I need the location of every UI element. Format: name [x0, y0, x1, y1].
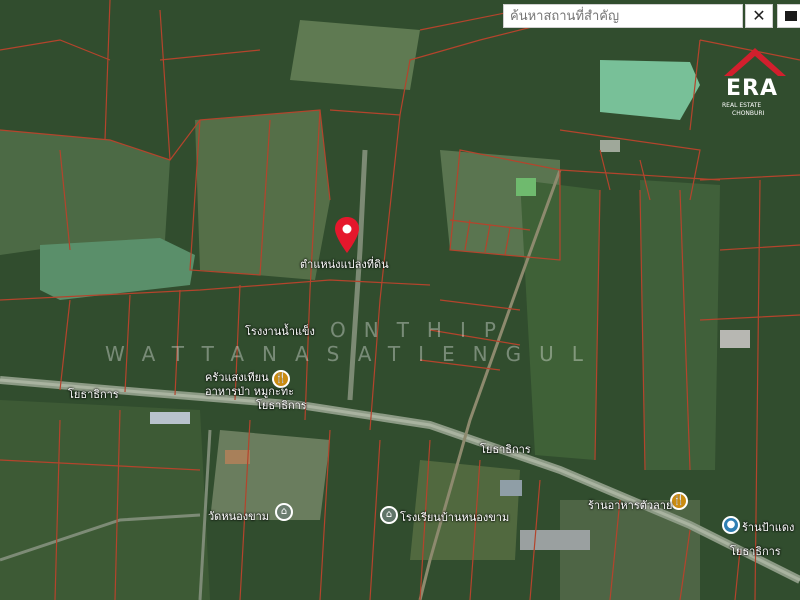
- poi-label: โรงเรียนบ้านหนองขาม: [400, 511, 510, 524]
- search-input[interactable]: [503, 4, 743, 28]
- layers-icon: [785, 11, 797, 21]
- logo-region: CHONBURI: [732, 110, 765, 117]
- watermark-line1: ONTHIP: [330, 318, 514, 342]
- marker-label: ตำแหน่งแปลงที่ดิน: [300, 258, 389, 271]
- clear-search-button[interactable]: ✕: [745, 4, 773, 28]
- location-pin-icon[interactable]: [335, 217, 359, 253]
- logo-subtitle: REAL ESTATE: [722, 102, 762, 109]
- road-label: โยธาธิการ: [730, 545, 781, 558]
- road-label: โยธาธิการ: [68, 388, 119, 401]
- watermark-line2: WATTANASATIENGUL: [105, 342, 601, 366]
- poi-label: อาหารป่า หมูกะทะ: [205, 385, 295, 398]
- poi-label: ร้านป้าแดง: [742, 521, 795, 534]
- shop-icon[interactable]: ●: [722, 516, 740, 534]
- layers-button[interactable]: [777, 4, 800, 28]
- road-label: โยธาธิการ: [480, 443, 531, 456]
- poi-label: วัดหนองขาม: [208, 510, 270, 523]
- logo-brand: ERA: [726, 76, 778, 101]
- poi-label: โรงงานน้ำแข็ง: [245, 325, 315, 338]
- poi-label: ร้านอาหารตัวลาย: [588, 499, 673, 512]
- school-icon[interactable]: ⌂: [380, 506, 398, 524]
- food-icon[interactable]: 🍴: [670, 492, 688, 510]
- era-logo: ERA REAL ESTATE CHONBURI: [720, 42, 790, 122]
- temple-icon[interactable]: ⌂: [275, 503, 293, 521]
